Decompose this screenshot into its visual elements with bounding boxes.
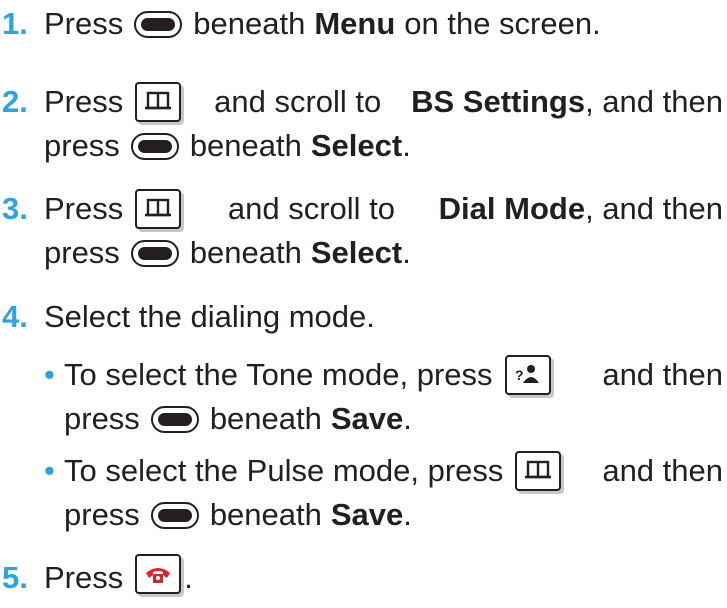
step-text: beneath bbox=[189, 128, 302, 163]
bullet-text: . bbox=[403, 401, 412, 436]
bullet-text: beneath bbox=[209, 401, 322, 436]
step-text: Press bbox=[44, 560, 124, 595]
step-2-line-1: 2. Press and scroll to BS Settings , and… bbox=[0, 80, 727, 124]
step-number: 5. bbox=[2, 560, 28, 595]
step-text: and scroll to bbox=[227, 191, 396, 226]
softkey-icon bbox=[150, 501, 199, 529]
step-2: 2. Press and scroll to BS Settings , and… bbox=[0, 80, 727, 168]
step-text: beneath bbox=[193, 6, 306, 41]
step-text: press bbox=[44, 128, 120, 163]
bullet-marker: • bbox=[44, 357, 55, 392]
step-text: Press bbox=[44, 191, 124, 226]
step-1-line: 1. Press beneath Menu on the screen. bbox=[0, 2, 727, 46]
instruction-document: 1. Press beneath Menu on the screen. 2. … bbox=[0, 0, 727, 608]
bullet-tone-line-2: press beneath Save . bbox=[0, 397, 727, 441]
step-text: , and then bbox=[585, 84, 723, 119]
step-text: and scroll to bbox=[214, 84, 382, 119]
step-5-line: 5. Press . bbox=[0, 554, 727, 600]
menu-label: Menu bbox=[314, 6, 396, 41]
bs-settings-label: BS Settings bbox=[411, 84, 586, 119]
phonebook-key-icon bbox=[135, 82, 182, 122]
step-text: . bbox=[402, 128, 411, 163]
softkey-icon bbox=[130, 239, 179, 267]
bullet-pulse-line-1: • To select the Pulse mode, press and th… bbox=[0, 449, 727, 493]
step-4: 4. Select the dialing mode. bbox=[0, 295, 727, 339]
bullet-text: and then bbox=[602, 453, 723, 488]
bullet-text: press bbox=[64, 401, 140, 436]
step-3-line-2: press beneath Select . bbox=[0, 231, 727, 275]
bullet-text: To select the Pulse mode, press bbox=[64, 453, 504, 488]
softkey-icon bbox=[130, 132, 179, 160]
save-label: Save bbox=[330, 497, 404, 532]
softkey-icon bbox=[134, 10, 183, 38]
bullet-pulse: • To select the Pulse mode, press and th… bbox=[0, 449, 727, 537]
bullet-pulse-line-2: press beneath Save . bbox=[0, 493, 727, 537]
step-number: 2. bbox=[2, 84, 28, 119]
step-4-line: 4. Select the dialing mode. bbox=[0, 295, 727, 339]
step-text: Select the dialing mode. bbox=[44, 299, 375, 334]
phonebook-key-icon bbox=[515, 451, 562, 491]
phonebook-key-icon bbox=[135, 189, 182, 229]
save-label: Save bbox=[330, 401, 404, 436]
step-number: 1. bbox=[2, 6, 28, 41]
step-1: 1. Press beneath Menu on the screen. bbox=[0, 2, 727, 46]
step-3: 3. Press and scroll to Dial Mode , and t… bbox=[0, 187, 727, 275]
step-text: Press bbox=[44, 84, 124, 119]
contacts-key-icon: ? bbox=[504, 355, 551, 395]
select-label: Select bbox=[310, 235, 403, 270]
bullet-text: To select the Tone mode, press bbox=[64, 357, 493, 392]
bullet-text: and then bbox=[602, 357, 723, 392]
step-text: , and then bbox=[585, 191, 723, 226]
step-text: Press bbox=[44, 6, 124, 41]
step-3-line-1: 3. Press and scroll to Dial Mode , and t… bbox=[0, 187, 727, 231]
step-text: on the screen. bbox=[404, 6, 601, 41]
step-text: . bbox=[184, 560, 193, 595]
bullet-text: press bbox=[64, 497, 140, 532]
bullet-tone-line-1: • To select the Tone mode, press ? and t… bbox=[0, 353, 727, 397]
step-text: . bbox=[402, 235, 411, 270]
softkey-icon bbox=[150, 405, 199, 433]
bullet-text: . bbox=[403, 497, 412, 532]
svg-text:?: ? bbox=[515, 367, 524, 383]
end-call-key-icon bbox=[135, 554, 182, 594]
bullet-text: beneath bbox=[209, 497, 322, 532]
step-number: 3. bbox=[2, 191, 28, 226]
dial-mode-label: Dial Mode bbox=[438, 191, 586, 226]
bullet-tone: • To select the Tone mode, press ? and t… bbox=[0, 353, 727, 441]
step-text: press bbox=[44, 235, 120, 270]
bullet-marker: • bbox=[44, 453, 55, 488]
step-text: beneath bbox=[189, 235, 302, 270]
step-number: 4. bbox=[2, 299, 28, 334]
step-5: 5. Press . bbox=[0, 554, 727, 600]
step-2-line-2: press beneath Select . bbox=[0, 124, 727, 168]
select-label: Select bbox=[310, 128, 403, 163]
